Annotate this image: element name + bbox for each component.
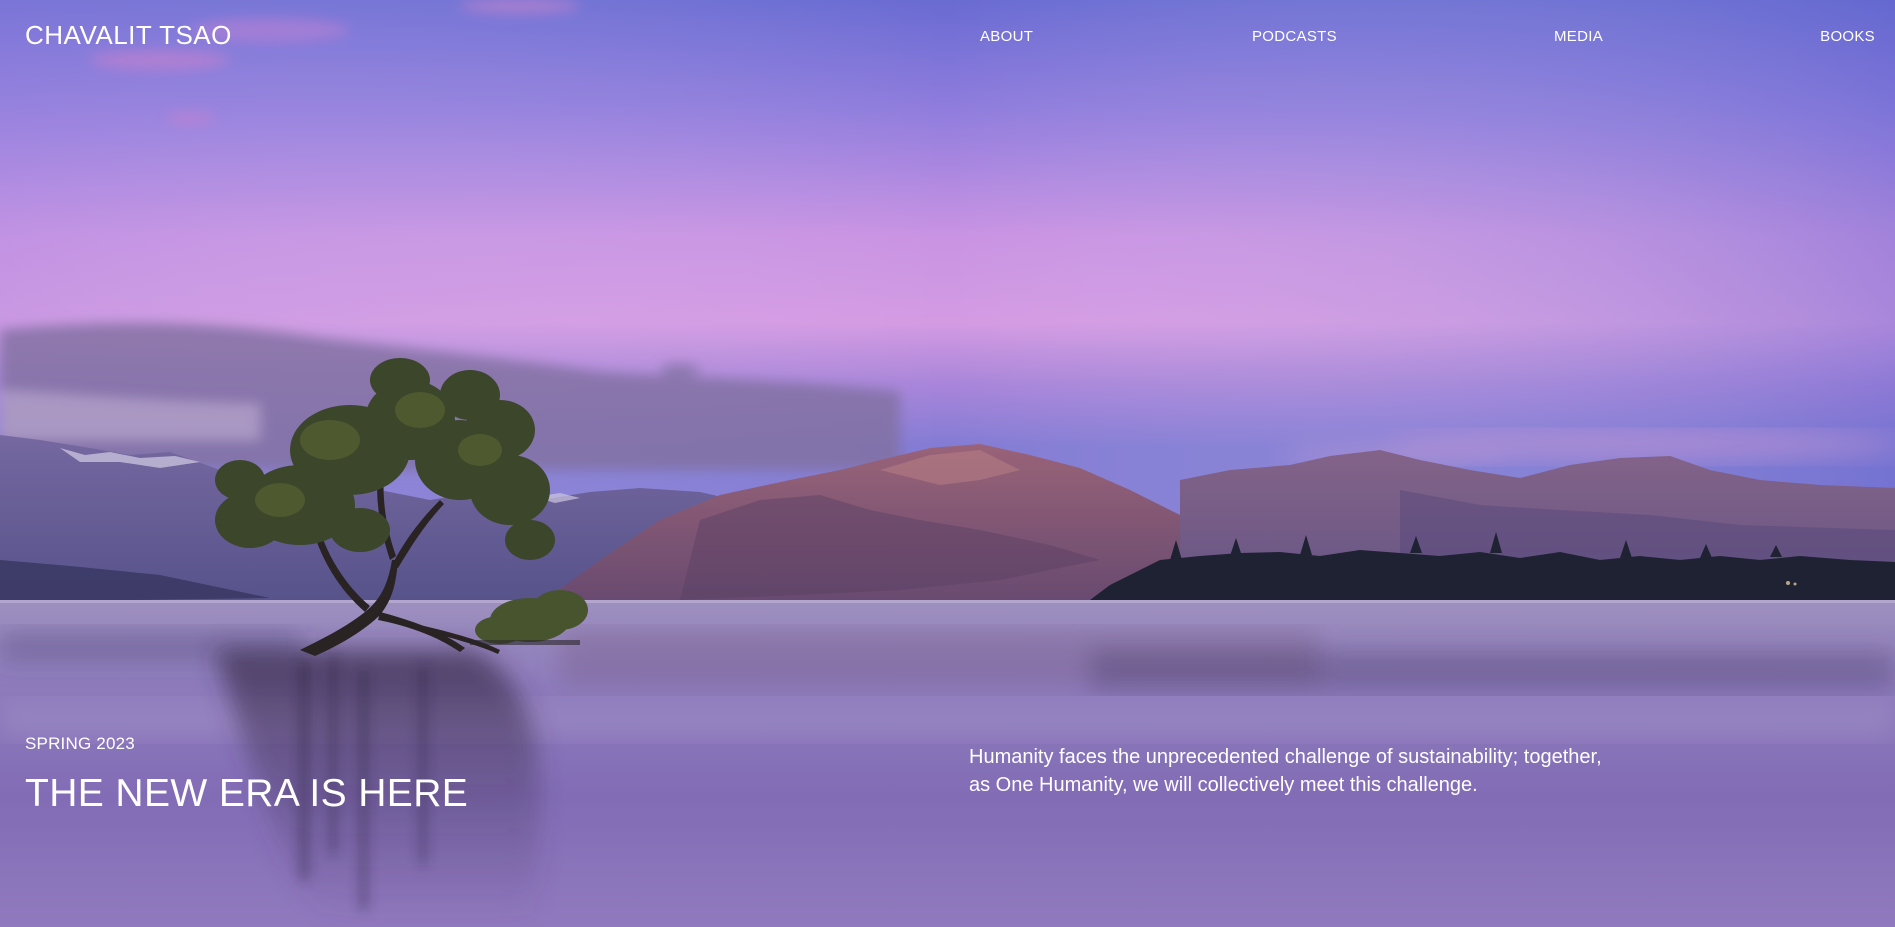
hero-headline: THE NEW ERA IS HERE xyxy=(25,772,469,815)
hero-intro-text: Humanity faces the unprecedented challen… xyxy=(969,746,1602,796)
main-navigation: ABOUT PODCASTS MEDIA BOOKS xyxy=(0,28,1895,50)
nav-link-books[interactable]: BOOKS xyxy=(1820,28,1875,45)
season-label: SPRING 2023 xyxy=(25,734,135,753)
nav-link-podcasts[interactable]: PODCASTS xyxy=(1252,28,1337,45)
nav-link-about[interactable]: ABOUT xyxy=(980,28,1033,45)
nav-link-media[interactable]: MEDIA xyxy=(1554,28,1603,45)
hero-section: CHAVALIT TSAO ABOUT PODCASTS MEDIA BOOKS… xyxy=(0,0,1895,927)
